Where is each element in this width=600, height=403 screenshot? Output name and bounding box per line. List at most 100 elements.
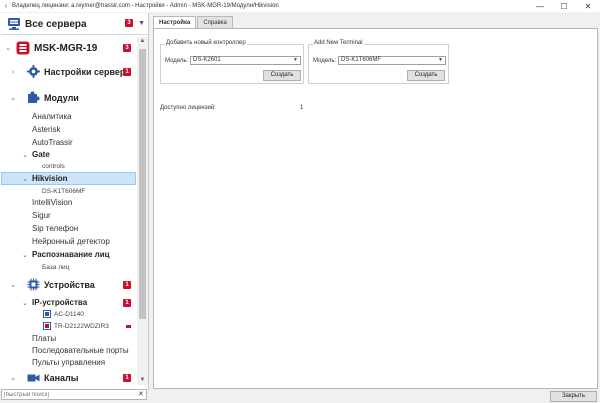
tree-node-intellivision[interactable]: IntelliVision: [1, 197, 136, 208]
close-window-button[interactable]: ✕: [576, 0, 600, 12]
error-indicator: [126, 325, 131, 328]
collapse-caret-icon[interactable]: ⌄: [9, 374, 17, 382]
tree-label: Каналы: [44, 373, 79, 383]
tree-node-asterisk[interactable]: Asterisk: [1, 124, 136, 135]
tree-label: Asterisk: [32, 125, 61, 134]
tree-label: Устройства: [44, 280, 95, 290]
tree-label: Sigur: [32, 211, 51, 220]
controller-model-select[interactable]: DS-K2601 ▼: [190, 56, 301, 65]
tree-scrollbar[interactable]: ▲ ▼: [137, 37, 148, 385]
licenses-label: Доступно лицензий:: [160, 105, 216, 111]
select-value: DS-K1T606MF: [341, 57, 382, 63]
tree-node-controls[interactable]: controls: [1, 161, 136, 171]
clear-search-icon[interactable]: ✕: [138, 390, 144, 398]
tab-bar: Настройка Справка: [153, 16, 234, 29]
tree-node-autotrassir[interactable]: AutoTrassir: [1, 137, 136, 148]
alert-badge: 1: [123, 68, 131, 76]
gear-icon: [27, 65, 40, 78]
tree-node-hikvision[interactable]: ⌄ Hikvision: [1, 172, 136, 185]
chip-icon: [27, 278, 40, 291]
tree-node-server[interactable]: ⌄ MSK-MGR-19 3: [1, 39, 136, 57]
tree-node-sigur[interactable]: Sigur: [1, 210, 136, 221]
scrollbar-thumb[interactable]: [139, 49, 146, 319]
create-terminal-button[interactable]: Создать: [407, 70, 445, 81]
select-value: DS-K2601: [193, 57, 221, 63]
alert-badge: 3: [123, 44, 131, 52]
scroll-down-icon[interactable]: ▼: [137, 376, 148, 385]
tree-node-serial-ports[interactable]: Последовательные порты: [1, 345, 136, 356]
right-panel: Настройка Справка Добавить новый контрол…: [150, 13, 600, 390]
tree-label: IntelliVision: [32, 198, 73, 207]
collapse-caret-icon[interactable]: ⌄: [21, 299, 29, 307]
title-bar: ‹ Владелец лицензии: a.reymer@trassir.co…: [0, 0, 600, 12]
scroll-up-icon[interactable]: ▲: [137, 37, 148, 46]
tree-label: Модули: [44, 93, 79, 103]
alert-badge: 1: [123, 374, 131, 382]
tree-label: База лиц: [42, 263, 70, 271]
add-terminal-group: Add New Terminal Модель: DS-K1T606MF ▼ С…: [308, 40, 449, 84]
settings-content: Добавить новый контроллер Модель: DS-K26…: [153, 28, 598, 389]
tab-help[interactable]: Справка: [197, 16, 233, 28]
alert-badge: 1: [123, 298, 131, 307]
tree-label: TR-D2122WDZIR3: [54, 322, 109, 330]
tree-node-ac-d1140[interactable]: AC-D1140: [1, 309, 136, 319]
alert-badge: 1: [123, 281, 131, 289]
server-selector[interactable]: Все сервера 3 ▼: [1, 14, 148, 35]
tree-label: Hikvision: [32, 174, 68, 183]
tree-label: Настройки сервера: [44, 67, 131, 77]
tree-node-server-settings[interactable]: › Настройки сервера 1: [1, 65, 136, 79]
licenses-value: 1: [300, 105, 304, 111]
add-controller-group: Добавить новый контроллер Модель: DS-K26…: [160, 40, 304, 84]
tree-node-face-db[interactable]: База лиц: [1, 262, 136, 272]
tree-node-tr-d2122[interactable]: TR-D2122WDZIR3: [1, 321, 136, 331]
tree-node-modules[interactable]: ⌄ Модули: [1, 91, 136, 105]
device-icon: [43, 310, 51, 318]
tree-node-ip-devices[interactable]: ⌄ IP-устройства 1: [1, 297, 136, 308]
collapse-caret-icon[interactable]: ⌄: [21, 251, 29, 259]
tree-node-hik-device[interactable]: DS-K1T606MF: [1, 186, 136, 196]
tree-node-neural[interactable]: Нейронный детектор: [1, 236, 136, 247]
terminal-model-select[interactable]: DS-K1T606MF ▼: [338, 56, 446, 65]
maximize-button[interactable]: ☐: [552, 0, 576, 12]
collapse-caret-icon[interactable]: ⌄: [9, 281, 17, 289]
collapse-caret-icon[interactable]: ⌄: [9, 94, 17, 102]
tree-node-face-recognition[interactable]: ⌄ Распознавание лиц: [1, 249, 136, 260]
tree-node-channels[interactable]: ⌄ Каналы 1: [1, 371, 136, 385]
chevron-down-icon: ▼: [438, 57, 443, 63]
alert-badge: 3: [125, 19, 133, 27]
chevron-down-icon: ▼: [293, 57, 298, 63]
camera-icon: [43, 322, 51, 330]
group-legend: Добавить новый контроллер: [165, 40, 247, 46]
tree-label: Sip телефон: [32, 224, 79, 233]
close-button[interactable]: Закрыть: [550, 391, 597, 402]
chevron-down-icon[interactable]: ▼: [138, 20, 145, 27]
tree-label: AC-D1140: [54, 310, 84, 318]
tree-node-control-panels[interactable]: Пульты управления: [1, 357, 136, 368]
tree-label: Пульты управления: [32, 358, 106, 367]
tree-node-boards[interactable]: Платы: [1, 333, 136, 344]
tree-node-gate[interactable]: ⌄ Gate: [1, 149, 136, 160]
tree-label: controls: [42, 162, 65, 170]
create-controller-button[interactable]: Создать: [263, 70, 301, 81]
tree-label: Последовательные порты: [32, 346, 129, 355]
model-label: Модель:: [313, 58, 337, 64]
server-rack-icon: [8, 18, 20, 30]
collapse-caret-icon[interactable]: ⌄: [4, 44, 12, 52]
server-selector-label: Все сервера: [25, 18, 87, 30]
collapse-caret-icon[interactable]: ⌄: [21, 175, 29, 183]
tree-label: Распознавание лиц: [32, 250, 110, 259]
minimize-button[interactable]: —: [528, 0, 552, 12]
tree-node-sip[interactable]: Sip телефон: [1, 223, 136, 234]
tree-node-analytics[interactable]: Аналитика: [1, 111, 136, 122]
tree-label: MSK-MGR-19: [34, 42, 98, 54]
tree-label: AutoTrassir: [32, 138, 73, 147]
tree-node-devices[interactable]: ⌄ Устройства 1: [1, 278, 136, 292]
tree-label: Аналитика: [32, 112, 72, 121]
back-arrow-icon[interactable]: ‹: [1, 1, 11, 11]
model-label: Модель:: [165, 58, 189, 64]
quick-search-input[interactable]: [1, 389, 147, 400]
expand-caret-icon[interactable]: ›: [9, 69, 17, 76]
collapse-caret-icon[interactable]: ⌄: [21, 151, 29, 159]
server-icon: [16, 41, 30, 55]
group-legend: Add New Terminal: [313, 40, 364, 46]
